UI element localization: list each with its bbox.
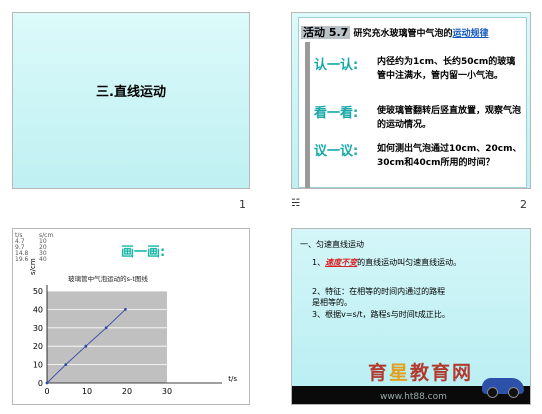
item-label-1: 认一认:: [314, 58, 359, 73]
watermark-part: 育: [368, 362, 390, 384]
definition-rest: 的直线运动叫匀速直线运动。: [357, 258, 462, 267]
x-tick-label: 10: [82, 387, 92, 396]
data-point: [45, 381, 49, 385]
item-label-2: 看一看:: [314, 106, 359, 121]
data-point: [64, 363, 68, 366]
watermark-part: 星: [389, 362, 411, 384]
x-tick-label: 0: [44, 387, 49, 396]
data-point: [124, 308, 127, 311]
y-axis-label: s/cm: [29, 258, 37, 275]
watermark-logo: 育星教育网: [368, 358, 473, 385]
data-point: [104, 326, 108, 330]
definition-highlight: 速度不变: [325, 258, 358, 267]
activity-header: 活动 5.7 研究充水玻璃管中气泡的运动规律: [301, 24, 489, 40]
slide-thumbnail-4[interactable]: 一、匀速直线运动 1、速度不变的直线运动叫匀速直线运动。 2、特征：在相等的时间…: [291, 228, 531, 405]
slide-number-1: 1: [239, 198, 246, 211]
x-axis-label: t/s: [228, 375, 237, 383]
chart-title: 玻璃管中气泡运动的s-t图线: [68, 274, 148, 283]
y-tick-label: 20: [33, 342, 43, 351]
y-tick-label: 10: [33, 361, 43, 370]
data-point: [84, 344, 88, 348]
slide-title: 三.直线运动: [96, 85, 166, 100]
y-tick-label: 50: [33, 287, 43, 296]
slide-number-2: 2: [520, 198, 527, 211]
definition-line: 1、速度不变的直线运动叫匀速直线运动。: [312, 257, 522, 268]
activity-panel: 活动 5.7 研究充水玻璃管中气泡的运动规律 认一认: 内径约为1cm、长约50…: [298, 17, 527, 188]
car-icon: [482, 378, 524, 398]
y-tick-label: 40: [33, 305, 43, 314]
feature-line: 2、特征：在相等的时间内通过的路程是相等的。: [312, 287, 446, 307]
slide-thumbnail-1[interactable]: 三.直线运动: [12, 12, 250, 189]
slide-thumbnail-2[interactable]: 活动 5.7 研究充水玻璃管中气泡的运动规律 认一认: 内径约为1cm、长约50…: [291, 12, 531, 189]
item-text-2: 使玻璃管翻转后竖直放置，观察气泡的运动情况。: [377, 106, 522, 130]
item-text-1: 内径约为1cm、长约50cm的玻璃管中注满水，管内留一小气泡。: [377, 57, 516, 81]
activity-link: 运动规律: [452, 29, 489, 39]
x-tick-label: 20: [122, 387, 132, 396]
watermark-url: www.ht88.com: [380, 392, 447, 402]
activity-number: 活动 5.7: [301, 26, 351, 39]
y-tick-label: 30: [33, 324, 43, 333]
watermark-part: 教育网: [410, 362, 474, 384]
slide-thumbnail-3[interactable]: t/s s/cm 4.7 10 9.7 20 14.8 30 19.6 40 画一画: 0…: [12, 228, 250, 405]
activity-title: 研究充水玻璃管中气泡的: [353, 29, 453, 39]
item-text-3: 如何测出气泡通过10cm、20cm、30cm和40cm所用的时间？: [377, 144, 522, 168]
st-chart: 0 10 20 30 40 50 0 10 20 30 t/s s/cm 玻璃管中气泡运动的s-t图线: [29, 258, 237, 396]
y-tick-label: 0: [38, 379, 43, 388]
item-label-3: 议一议:: [314, 144, 359, 159]
section-heading: 一、匀速直线运动: [300, 240, 364, 249]
side-bar: [305, 42, 310, 188]
plot-area: [47, 291, 167, 383]
note-icon[interactable]: ☵: [291, 198, 300, 209]
formula-line: 3、根据v=s/t，路程s与时间t成正比。: [312, 310, 450, 319]
x-tick-label: 30: [162, 387, 172, 396]
definition-prefix: 1、: [312, 258, 326, 267]
